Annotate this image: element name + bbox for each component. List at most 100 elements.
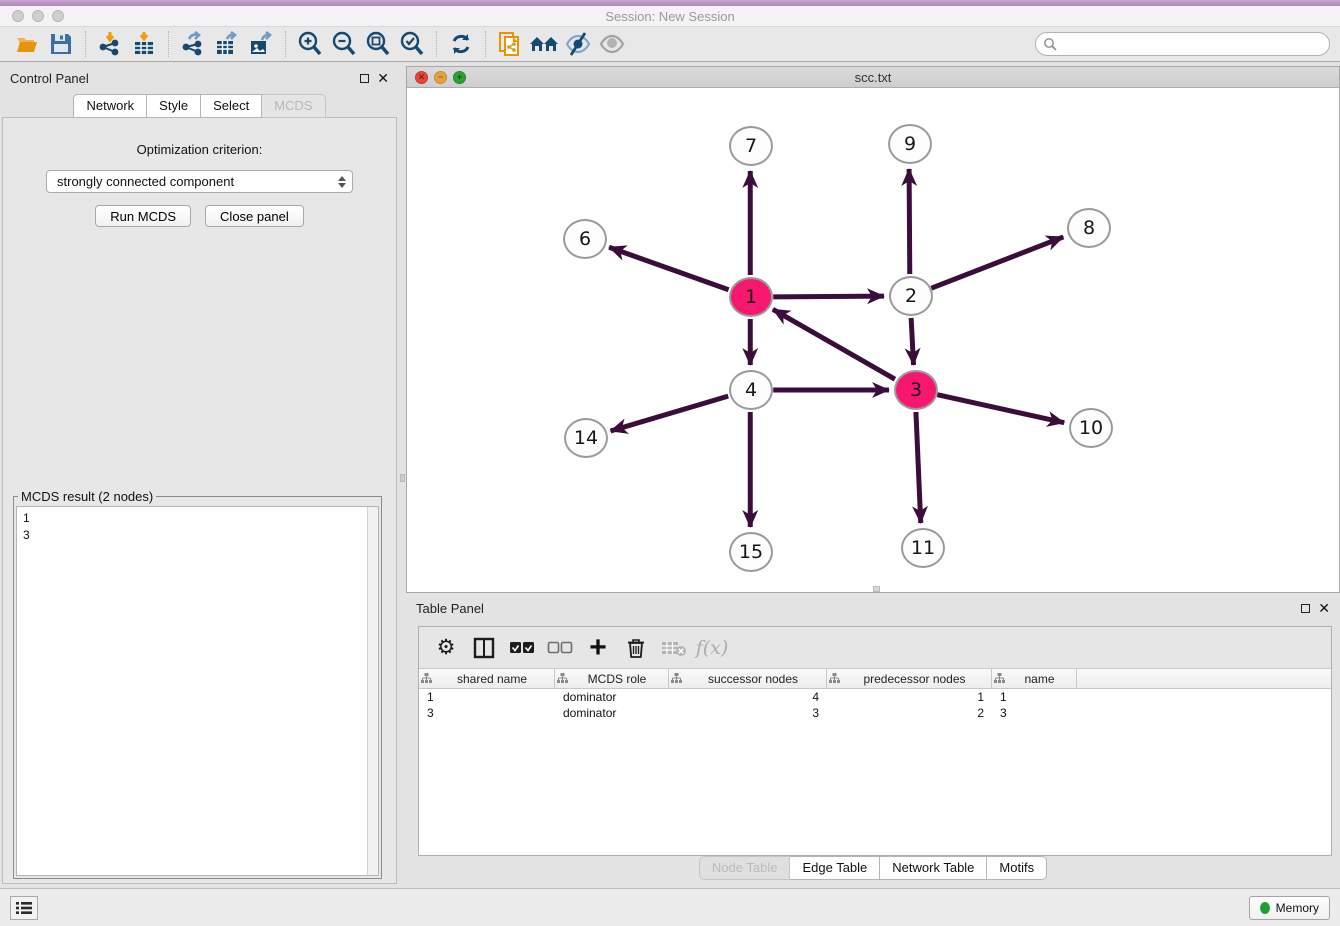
list-icon	[16, 901, 32, 915]
search-input[interactable]	[1035, 32, 1330, 56]
graph-edge-2-9[interactable]	[909, 169, 910, 274]
show-panel-icon[interactable]	[595, 29, 629, 59]
table-cell[interactable]: dominator	[555, 705, 669, 721]
graph-edge-3-10[interactable]	[937, 395, 1064, 423]
graph-node-10[interactable]: 10	[1069, 408, 1113, 448]
result-scrollbar[interactable]	[367, 507, 378, 875]
clone-network-icon[interactable]	[493, 29, 527, 59]
table-cell[interactable]: dominator	[555, 689, 669, 705]
export-network-icon[interactable]	[176, 29, 210, 59]
graph-node-11[interactable]: 11	[901, 528, 945, 568]
network-minimize-button[interactable]: −	[434, 71, 447, 84]
graph-edge-3-1[interactable]	[773, 309, 895, 379]
zoom-in-icon[interactable]	[293, 29, 327, 59]
zoom-selected-icon[interactable]	[395, 29, 429, 59]
import-table-icon[interactable]	[127, 29, 161, 59]
graph-node-4[interactable]: 4	[729, 370, 773, 410]
zoom-out-icon[interactable]	[327, 29, 361, 59]
float-table-panel-icon[interactable]	[1301, 604, 1310, 613]
graph-node-6[interactable]: 6	[563, 219, 607, 259]
column-view-icon[interactable]	[467, 631, 501, 665]
graph-node-1[interactable]: 1	[729, 277, 773, 317]
graph-node-8[interactable]: 8	[1067, 208, 1111, 248]
hide-panel-icon[interactable]	[561, 29, 595, 59]
tab-network[interactable]: Network	[73, 94, 147, 118]
toolbar-separator	[436, 31, 437, 57]
network-resize-handle[interactable]	[873, 586, 880, 592]
table-row[interactable]: 1dominator411	[419, 689, 1331, 705]
tab-network-table[interactable]: Network Table	[880, 856, 987, 880]
graph-edge-1-6[interactable]	[609, 247, 728, 289]
table-cell[interactable]: 1	[992, 689, 1077, 705]
column-header-successor-nodes[interactable]: successor nodes	[669, 669, 827, 688]
tab-select[interactable]: Select	[201, 94, 262, 118]
main-toolbar	[0, 27, 1340, 62]
network-maximize-button[interactable]: +	[453, 71, 466, 84]
graph-edge-2-3[interactable]	[911, 318, 913, 365]
graph-node-9[interactable]: 9	[888, 124, 932, 164]
import-network-icon[interactable]	[93, 29, 127, 59]
graph-node-3[interactable]: 3	[894, 370, 938, 410]
toolbar-separator	[285, 31, 286, 57]
tab-edge-table[interactable]: Edge Table	[790, 856, 880, 880]
delete-column-icon[interactable]	[619, 631, 653, 665]
run-mcds-button[interactable]: Run MCDS	[95, 205, 191, 227]
graph-edge-2-8[interactable]	[931, 237, 1063, 288]
close-table-panel-icon[interactable]: ✕	[1318, 601, 1330, 615]
table-cell[interactable]: 1	[827, 689, 992, 705]
zoom-fit-icon[interactable]	[361, 29, 395, 59]
deselect-all-icon[interactable]	[543, 631, 577, 665]
column-header-name[interactable]: name	[992, 669, 1077, 688]
network-close-button[interactable]: ✕	[415, 71, 428, 84]
graph-node-15[interactable]: 15	[729, 532, 773, 572]
network-window-titlebar[interactable]: scc.txt ✕ − +	[407, 67, 1339, 88]
column-header-MCDS-role[interactable]: MCDS role	[555, 669, 669, 688]
graph-node-14[interactable]: 14	[564, 418, 608, 458]
open-session-icon[interactable]	[10, 29, 44, 59]
export-image-icon[interactable]	[244, 29, 278, 59]
table-cell[interactable]: 3	[419, 705, 555, 721]
graph-edge-3-11[interactable]	[916, 412, 921, 523]
control-panel: Control Panel ✕ NetworkStyleSelectMCDS O…	[0, 62, 399, 888]
table-cell[interactable]: 4	[669, 689, 827, 705]
column-header-shared-name[interactable]: shared name	[419, 669, 555, 688]
graph-node-7[interactable]: 7	[729, 126, 773, 166]
gear-icon[interactable]: ⚙	[429, 631, 463, 665]
delete-table-icon	[657, 631, 691, 665]
optimization-criterion-select[interactable]: strongly connected component	[46, 170, 353, 193]
table-cell[interactable]: 1	[419, 689, 555, 705]
panel-splitter[interactable]	[399, 62, 406, 888]
table-cell[interactable]: 3	[992, 705, 1077, 721]
table-cell[interactable]: 3	[669, 705, 827, 721]
splitter-handle-icon[interactable]	[400, 474, 405, 482]
mcds-result-fieldset: MCDS result (2 nodes) 13	[13, 489, 382, 879]
network-canvas[interactable]: 7 9 6 8 1 2 4 3 14 10 15 11	[407, 88, 1339, 592]
table-cell[interactable]: 2	[827, 705, 992, 721]
save-session-icon[interactable]	[44, 29, 78, 59]
tab-node-table[interactable]: Node Table	[699, 856, 791, 880]
graph-node-2[interactable]: 2	[889, 276, 933, 316]
graph-edge-4-14[interactable]	[611, 396, 729, 431]
export-table-icon[interactable]	[210, 29, 244, 59]
add-column-icon[interactable]: +	[581, 631, 615, 665]
toolbar-separator	[85, 31, 86, 57]
table-row[interactable]: 3dominator323	[419, 705, 1331, 721]
tab-style[interactable]: Style	[147, 94, 201, 118]
control-panel-tabs: NetworkStyleSelectMCDS	[0, 90, 399, 118]
tab-motifs[interactable]: Motifs	[987, 856, 1047, 880]
toolbar-separator	[168, 31, 169, 57]
memory-button[interactable]: Memory	[1249, 896, 1330, 920]
select-all-icon[interactable]	[505, 631, 539, 665]
float-panel-icon[interactable]	[360, 74, 369, 83]
home-layout-icon[interactable]	[527, 29, 561, 59]
tab-mcds[interactable]: MCDS	[262, 94, 325, 118]
graph-edge-1-2[interactable]	[773, 296, 884, 297]
close-panel-icon[interactable]: ✕	[377, 71, 389, 85]
mcds-result-item: 1	[23, 510, 372, 527]
function-builder-icon: f(x)	[695, 631, 729, 665]
refresh-icon[interactable]	[444, 29, 478, 59]
close-panel-button[interactable]: Close panel	[205, 205, 304, 227]
column-header-predecessor-nodes[interactable]: predecessor nodes	[827, 669, 992, 688]
task-history-button[interactable]	[10, 896, 38, 920]
node-table: ⚙ +	[418, 626, 1332, 856]
